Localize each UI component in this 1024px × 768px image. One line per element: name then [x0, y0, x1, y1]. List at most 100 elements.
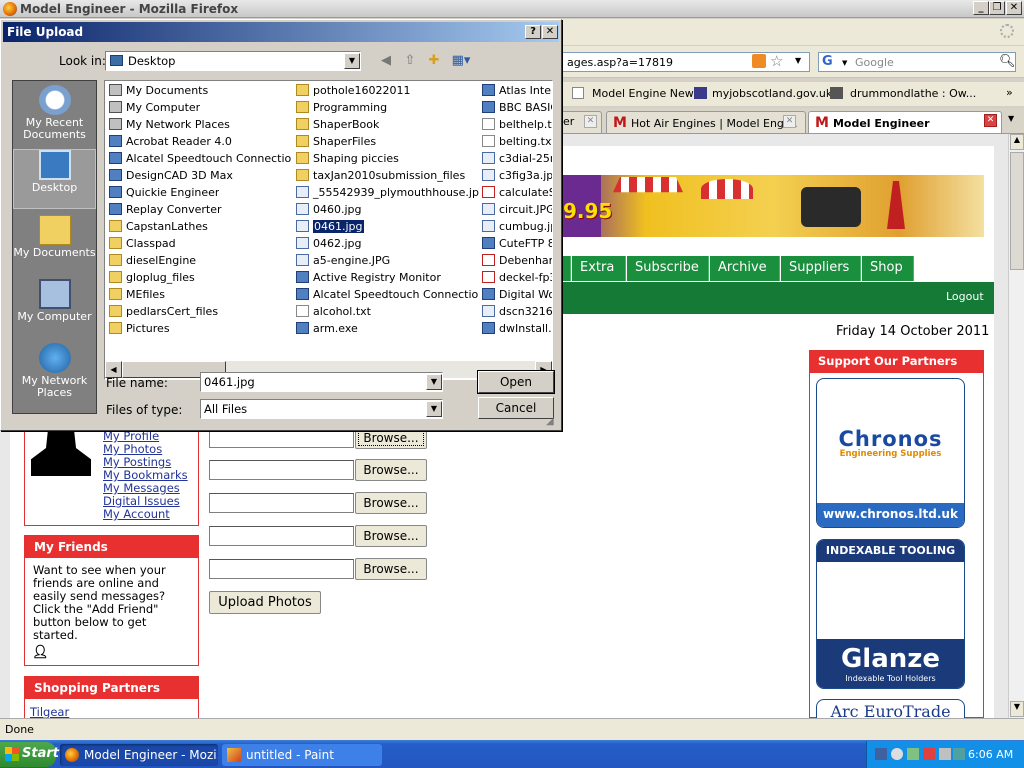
task-paint[interactable]: untitled - Paint [222, 744, 382, 766]
nav-suppliers[interactable]: Suppliers [781, 256, 861, 281]
file-item[interactable]: cumbug.jpg [480, 219, 552, 236]
file-item[interactable]: Pictures [107, 321, 170, 338]
file-item[interactable]: BBC BASIC [480, 100, 552, 117]
digital-issues-link[interactable]: Digital Issues [103, 494, 180, 508]
file-item[interactable]: a5-engine.JPG [294, 253, 390, 270]
file-item[interactable]: Alcatel Speedtouch Connection [107, 151, 292, 168]
file-name-dropdown-icon[interactable]: ▼ [426, 374, 442, 390]
file-item[interactable]: CuteFTP 8 P [480, 236, 552, 253]
file-item[interactable]: pothole16022011 [294, 83, 411, 100]
file-item[interactable]: MEfiles [107, 287, 165, 304]
file-item[interactable]: Replay Converter [107, 202, 222, 219]
file-item[interactable]: deckel-fp3- [480, 270, 552, 287]
place-recent-documents[interactable]: My Recent Documents [13, 85, 96, 145]
open-button[interactable]: Open [477, 370, 555, 394]
tab-3-active[interactable]: M Model Engineer [808, 111, 1002, 133]
scroll-up-icon[interactable]: ▲ [1010, 134, 1024, 150]
tray-network-icon[interactable] [875, 748, 887, 760]
new-folder-icon[interactable]: ✚ [425, 53, 443, 69]
nav-subscribe[interactable]: Subscribe [627, 256, 709, 281]
file-item[interactable]: My Documents [107, 83, 208, 100]
logout-link[interactable]: Logout [946, 290, 984, 303]
nav-archive[interactable]: Archive [710, 256, 780, 281]
minimize-button[interactable]: _ [973, 1, 989, 15]
file-item[interactable]: 0461.jpg [294, 219, 364, 236]
photos-link[interactable]: My Photos [103, 442, 162, 456]
file-item[interactable]: Digital Work [480, 287, 552, 304]
file-item[interactable]: c3dial-25mm [480, 151, 552, 168]
nav-shop[interactable]: Shop [862, 256, 914, 281]
file-item[interactable]: Quickie Engineer [107, 185, 219, 202]
file-item[interactable]: Acrobat Reader 4.0 [107, 134, 232, 151]
file-item[interactable]: arm.exe [294, 321, 358, 338]
look-in-dropdown-icon[interactable]: ▼ [344, 53, 360, 69]
google-engine-icon[interactable]: G [822, 54, 840, 70]
browse-button-4[interactable]: Browse... [355, 525, 427, 547]
place-my-network[interactable]: My Network Places [13, 343, 96, 411]
search-box[interactable]: G ▼ Google 🔍︎ [818, 52, 1016, 72]
file-item[interactable]: pedlarsCert_files [107, 304, 218, 321]
bookmark-model-engine-news[interactable]: Model Engine News [592, 87, 699, 100]
nav-extra[interactable]: Extra [572, 256, 626, 281]
file-item[interactable]: 0462.jpg [294, 236, 362, 253]
views-menu-icon[interactable]: ▦▾ [449, 53, 473, 69]
file-item[interactable]: CapstanLathes [107, 219, 208, 236]
file-item[interactable]: Programming [294, 100, 387, 117]
file-type-dropdown-icon[interactable]: ▼ [426, 401, 442, 417]
file-item[interactable]: dwInstall.e [480, 321, 552, 338]
file-item[interactable]: c3fig3a.jpg [480, 168, 552, 185]
task-firefox[interactable]: Model Engineer - Mozi... [60, 744, 218, 766]
file-item[interactable]: dscn3216.jp [480, 304, 552, 321]
file-item[interactable]: My Computer [107, 100, 200, 117]
profile-link[interactable]: My Profile [103, 429, 159, 443]
file-item[interactable]: Alcatel Speedtouch Connection [294, 287, 479, 304]
file-item[interactable]: belting.txt [480, 134, 552, 151]
url-dropdown-icon[interactable]: ▼ [795, 56, 801, 65]
back-icon[interactable]: ◀ [377, 53, 395, 69]
file-item[interactable]: Debenham- [480, 253, 552, 270]
file-item[interactable]: alcohol.txt [294, 304, 371, 321]
up-folder-icon[interactable]: ⇧ [401, 53, 419, 69]
rss-feed-icon[interactable] [752, 54, 766, 68]
look-in-select[interactable]: Desktop ▼ [105, 51, 361, 71]
file-item[interactable]: Atlas Intelli [480, 83, 552, 100]
browse-button-2[interactable]: Browse... [355, 459, 427, 481]
file-item[interactable]: gloplug_files [107, 270, 195, 287]
upload-photos-button[interactable]: Upload Photos [209, 591, 321, 614]
close-tab-icon[interactable]: ✕ [984, 114, 997, 127]
bookmark-star-icon[interactable]: ☆ [770, 52, 783, 70]
tray-update-icon[interactable] [907, 748, 919, 760]
file-item[interactable]: DesignCAD 3D Max [107, 168, 233, 185]
file-item[interactable]: _55542939_plymouthhouse.jpg [294, 185, 479, 202]
browse-button-5[interactable]: Browse... [355, 558, 427, 580]
tab-2[interactable]: M Hot Air Engines | Model Engi... [606, 111, 806, 133]
file-item[interactable]: belthelp.txt [480, 117, 552, 134]
file-item[interactable]: Shaping piccies [294, 151, 399, 168]
file-item[interactable]: ShaperBook [294, 117, 379, 134]
engine-dropdown-icon[interactable]: ▼ [842, 59, 847, 67]
start-button[interactable]: Start [0, 742, 59, 767]
file-type-select[interactable]: All Files ▼ [200, 399, 443, 419]
bookmark-drummondlathe[interactable]: drummondlathe : Ow... [850, 87, 976, 100]
search-magnifier-icon[interactable]: 🔍︎ [999, 54, 1016, 69]
page-scrollbar[interactable]: ▲ ▼ [1008, 134, 1024, 718]
upload-file-field-5[interactable] [209, 559, 354, 579]
file-item[interactable]: Classpad [107, 236, 176, 253]
close-window-button[interactable]: ✕ [1006, 1, 1022, 15]
cancel-button[interactable]: Cancel [478, 397, 554, 419]
browse-button-3[interactable]: Browse... [355, 492, 427, 514]
file-item[interactable]: taxJan2010submission_files [294, 168, 465, 185]
file-item[interactable]: calculateSo [480, 185, 552, 202]
upload-file-field-4[interactable] [209, 526, 354, 546]
glanze-ad[interactable]: INDEXABLE TOOLING Glanze Indexable Tool … [816, 539, 965, 689]
scroll-thumb[interactable] [1010, 152, 1024, 270]
upload-file-field-2[interactable] [209, 460, 354, 480]
bookmarks-overflow-icon[interactable]: » [1006, 86, 1013, 99]
chronos-ad[interactable]: Chronos Engineering Supplies www.chronos… [816, 378, 965, 528]
bookmarks-link[interactable]: My Bookmarks [103, 468, 188, 482]
account-link[interactable]: My Account [103, 507, 170, 521]
tray-zonealarm-icon[interactable] [923, 748, 935, 760]
close-tab-icon[interactable]: ✕ [584, 115, 597, 128]
file-item[interactable]: 0460.jpg [294, 202, 362, 219]
file-item[interactable]: circuit.JPG [480, 202, 552, 219]
